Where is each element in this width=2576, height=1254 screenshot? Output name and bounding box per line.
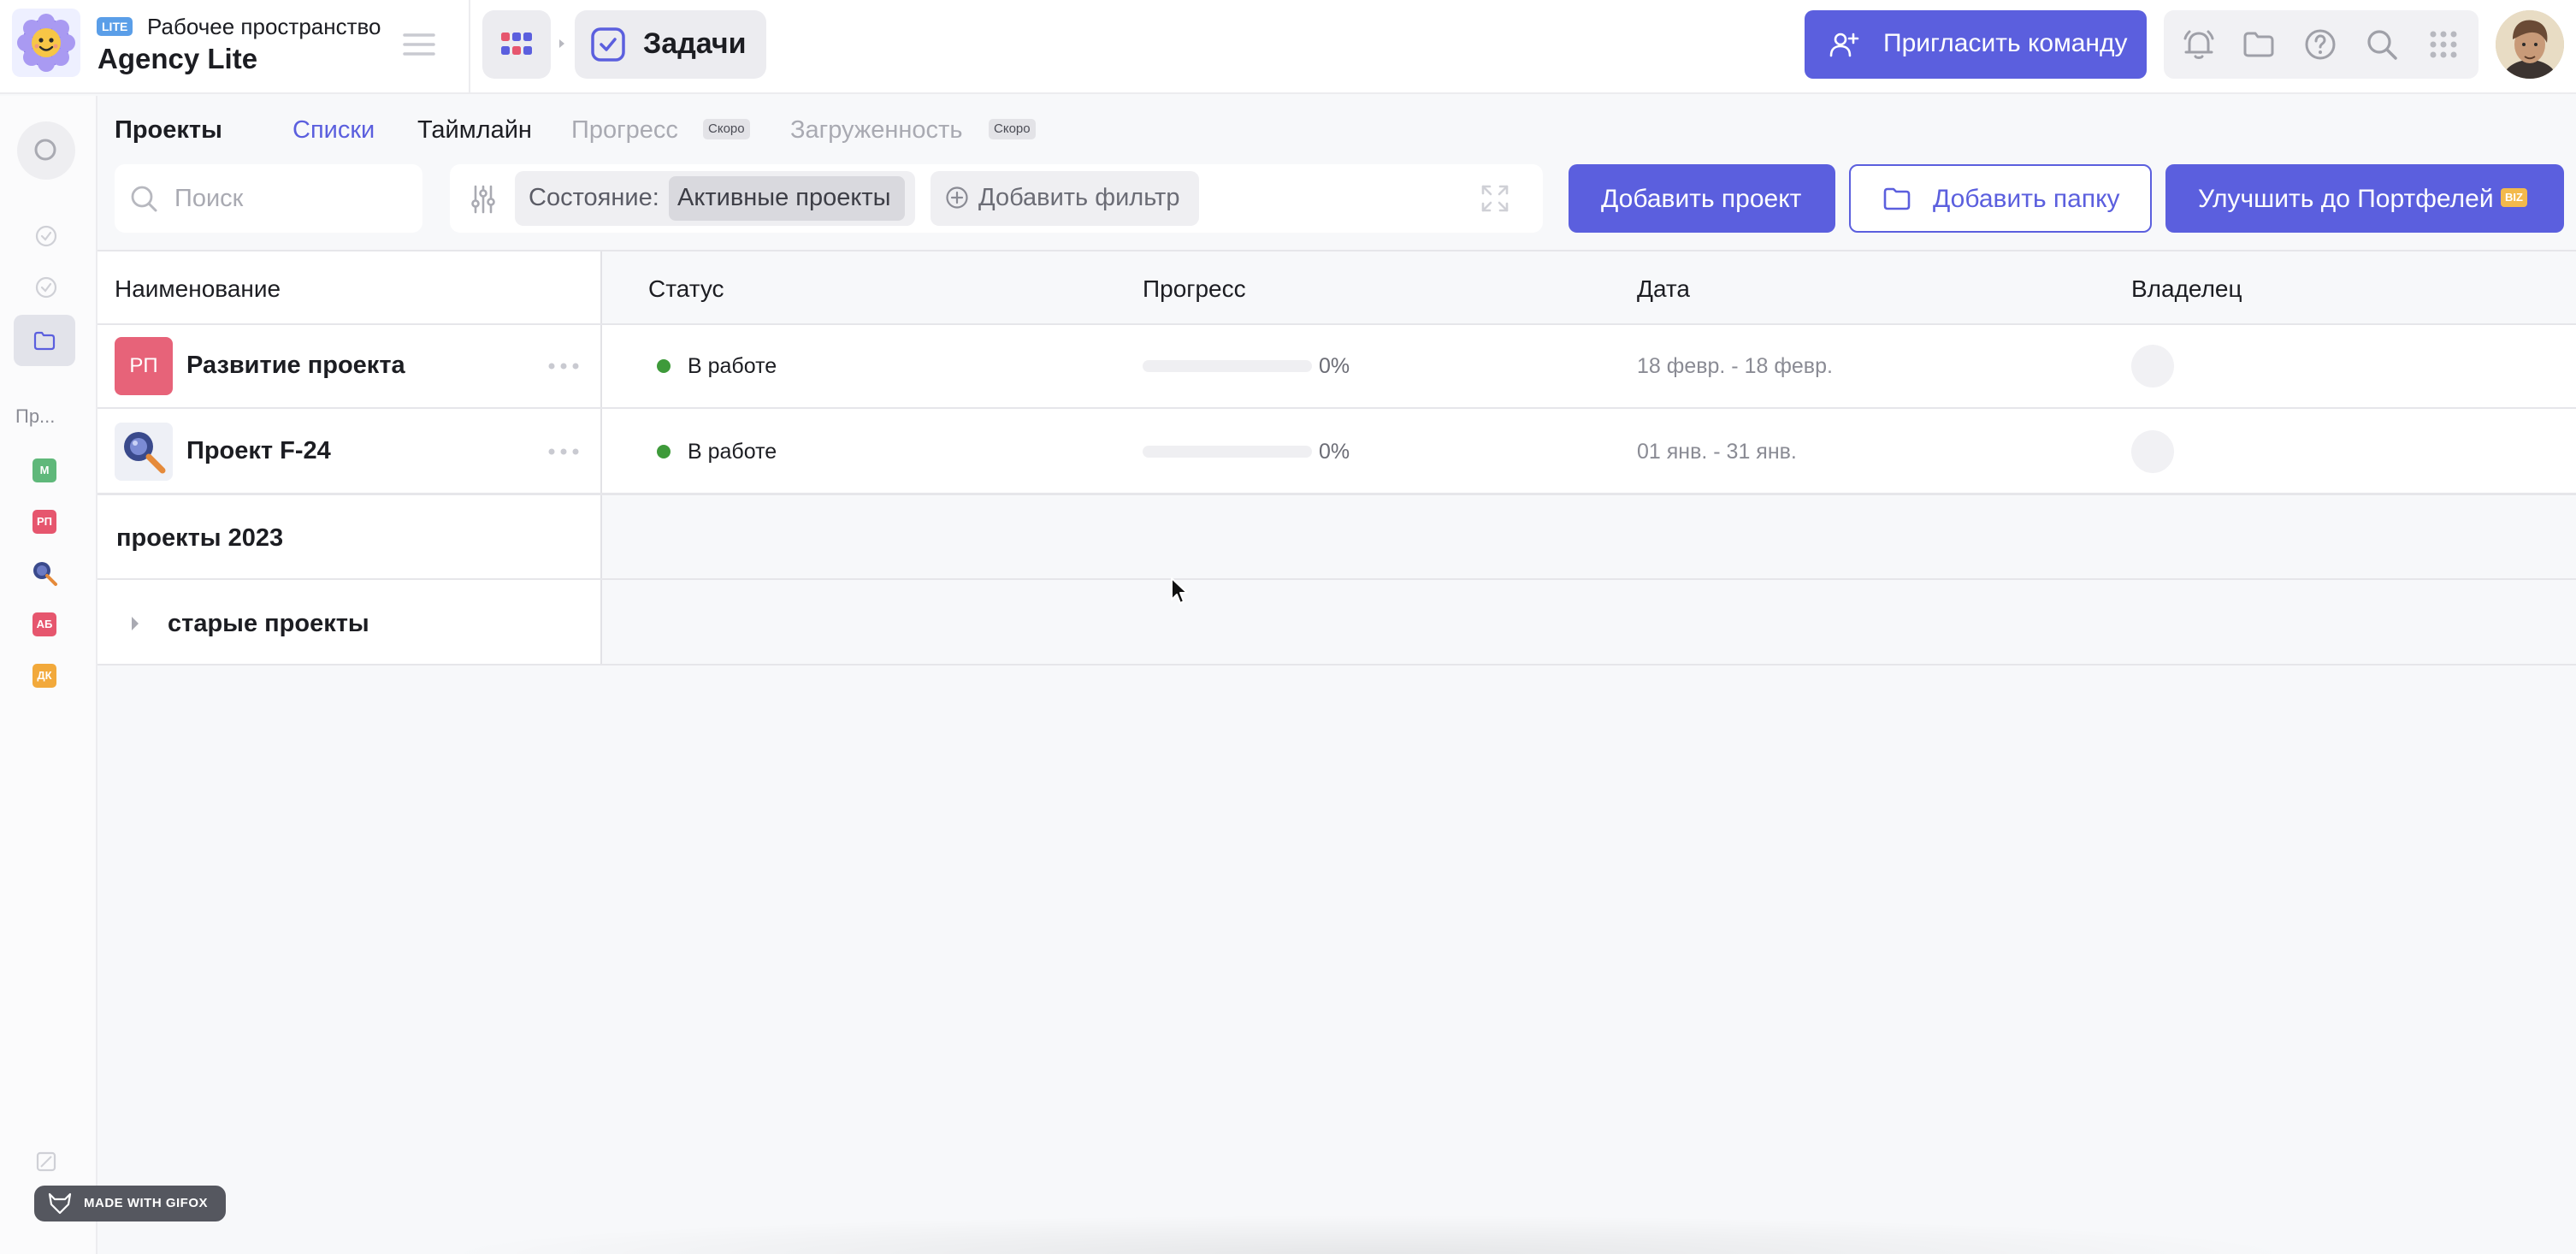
search-icon: [31, 135, 62, 166]
progress-bar: [1143, 360, 1312, 372]
mouse-cursor-icon: [1170, 577, 1189, 606]
plus-circle-icon: [944, 185, 970, 210]
group-name[interactable]: проекты 2023: [116, 524, 283, 553]
rail-check-icon[interactable]: [34, 275, 58, 299]
edition-badge: LITE: [97, 17, 133, 36]
soon-badge: Скоро: [989, 119, 1036, 139]
rail-project-f24-icon[interactable]: [31, 559, 58, 587]
help-icon[interactable]: [2302, 27, 2338, 62]
column-header-date[interactable]: Дата: [1637, 275, 1690, 303]
user-avatar[interactable]: [2496, 10, 2564, 79]
folder-icon[interactable]: [2241, 27, 2277, 62]
soon-badge: Скоро: [703, 119, 750, 139]
add-user-icon: [1829, 29, 1859, 60]
collapse-icon[interactable]: [34, 1150, 58, 1174]
header-divider: [469, 0, 470, 94]
column-header-name[interactable]: Наименование: [115, 275, 281, 303]
breadcrumb-title: Задачи: [643, 27, 747, 60]
row-divider: [97, 493, 2576, 495]
status-dot: [657, 359, 671, 373]
folder-icon: [1882, 183, 1912, 214]
expand-caret-icon[interactable]: [130, 614, 140, 633]
tasks-check-icon: [590, 27, 626, 62]
more-options-icon[interactable]: [547, 447, 580, 456]
breadcrumb-chevron-icon: [557, 38, 567, 50]
search-icon: [128, 183, 159, 214]
row-divider: [97, 578, 2576, 580]
search-input[interactable]: [174, 183, 405, 214]
rail-project-rp[interactable]: РП: [32, 510, 56, 534]
gifox-label: MADE WITH GIFOX: [84, 1196, 208, 1210]
date-range[interactable]: 18 февр. - 18 февр.: [1637, 354, 1833, 379]
invite-team-label: Пригласить команду: [1883, 29, 2128, 57]
status-dot: [657, 445, 671, 458]
column-header-progress[interactable]: Прогресс: [1143, 275, 1246, 303]
rail-project-m[interactable]: М: [32, 458, 56, 482]
tab-progress[interactable]: Прогресс: [571, 116, 678, 145]
project-name[interactable]: Развитие проекта: [186, 352, 405, 380]
gifox-fox-icon: [48, 1192, 72, 1215]
tab-timeline[interactable]: Таймлайн: [417, 116, 532, 145]
hamburger-menu-icon[interactable]: [402, 31, 436, 58]
rail-project-dk[interactable]: ДК: [32, 664, 56, 688]
owner-avatar-placeholder[interactable]: [2131, 430, 2174, 473]
status-label[interactable]: В работе: [688, 440, 777, 464]
owner-avatar-placeholder[interactable]: [2131, 345, 2174, 387]
apps-grid-icon[interactable]: [2425, 27, 2461, 62]
row-divider: [97, 664, 2576, 665]
biz-badge: BIZ: [2501, 188, 2527, 207]
project-initials-icon: РП: [115, 337, 173, 395]
more-options-icon[interactable]: [547, 362, 580, 370]
progress-bar: [1143, 446, 1312, 458]
date-range[interactable]: 01 янв. - 31 янв.: [1637, 440, 1797, 464]
rail-project-ab[interactable]: АБ: [32, 612, 56, 636]
column-header-owner[interactable]: Владелец: [2131, 275, 2242, 303]
search-icon[interactable]: [2364, 27, 2400, 62]
state-filter-value[interactable]: Активные проекты: [677, 184, 891, 212]
upgrade-portfolios-label: Улучшить до Портфелей: [2198, 185, 2494, 213]
add-folder-label: Добавить папку: [1933, 185, 2120, 213]
expand-icon[interactable]: [1480, 183, 1510, 214]
workspace-label: Рабочее пространство: [147, 14, 381, 39]
bottom-shadow: [428, 1215, 2309, 1254]
section-title: Проекты: [115, 116, 222, 144]
folder-icon: [32, 328, 56, 352]
progress-value: 0%: [1319, 354, 1350, 378]
add-filter-label: Добавить фильтр: [978, 184, 1180, 211]
project-name[interactable]: Проект F-24: [186, 437, 331, 465]
rail-section-label: Пр...: [15, 405, 56, 427]
progress-value: 0%: [1319, 440, 1350, 464]
state-filter-label: Состояние:: [529, 184, 659, 211]
status-label[interactable]: В работе: [688, 354, 777, 379]
workspace-logo-icon[interactable]: [12, 9, 80, 77]
tab-lists[interactable]: Списки: [292, 116, 375, 145]
column-header-status[interactable]: Статус: [648, 275, 724, 303]
project-magnifier-icon: [115, 423, 173, 481]
workspace-name[interactable]: Agency Lite: [97, 43, 257, 75]
bell-icon[interactable]: [2181, 27, 2217, 62]
add-project-label: Добавить проект: [1601, 185, 1802, 213]
rail-check-icon[interactable]: [34, 224, 58, 248]
tab-workload[interactable]: Загруженность: [790, 116, 962, 145]
sliders-icon[interactable]: [467, 183, 499, 216]
folder-name[interactable]: старые проекты: [168, 610, 369, 638]
apps-grid-color-icon: [499, 27, 534, 62]
